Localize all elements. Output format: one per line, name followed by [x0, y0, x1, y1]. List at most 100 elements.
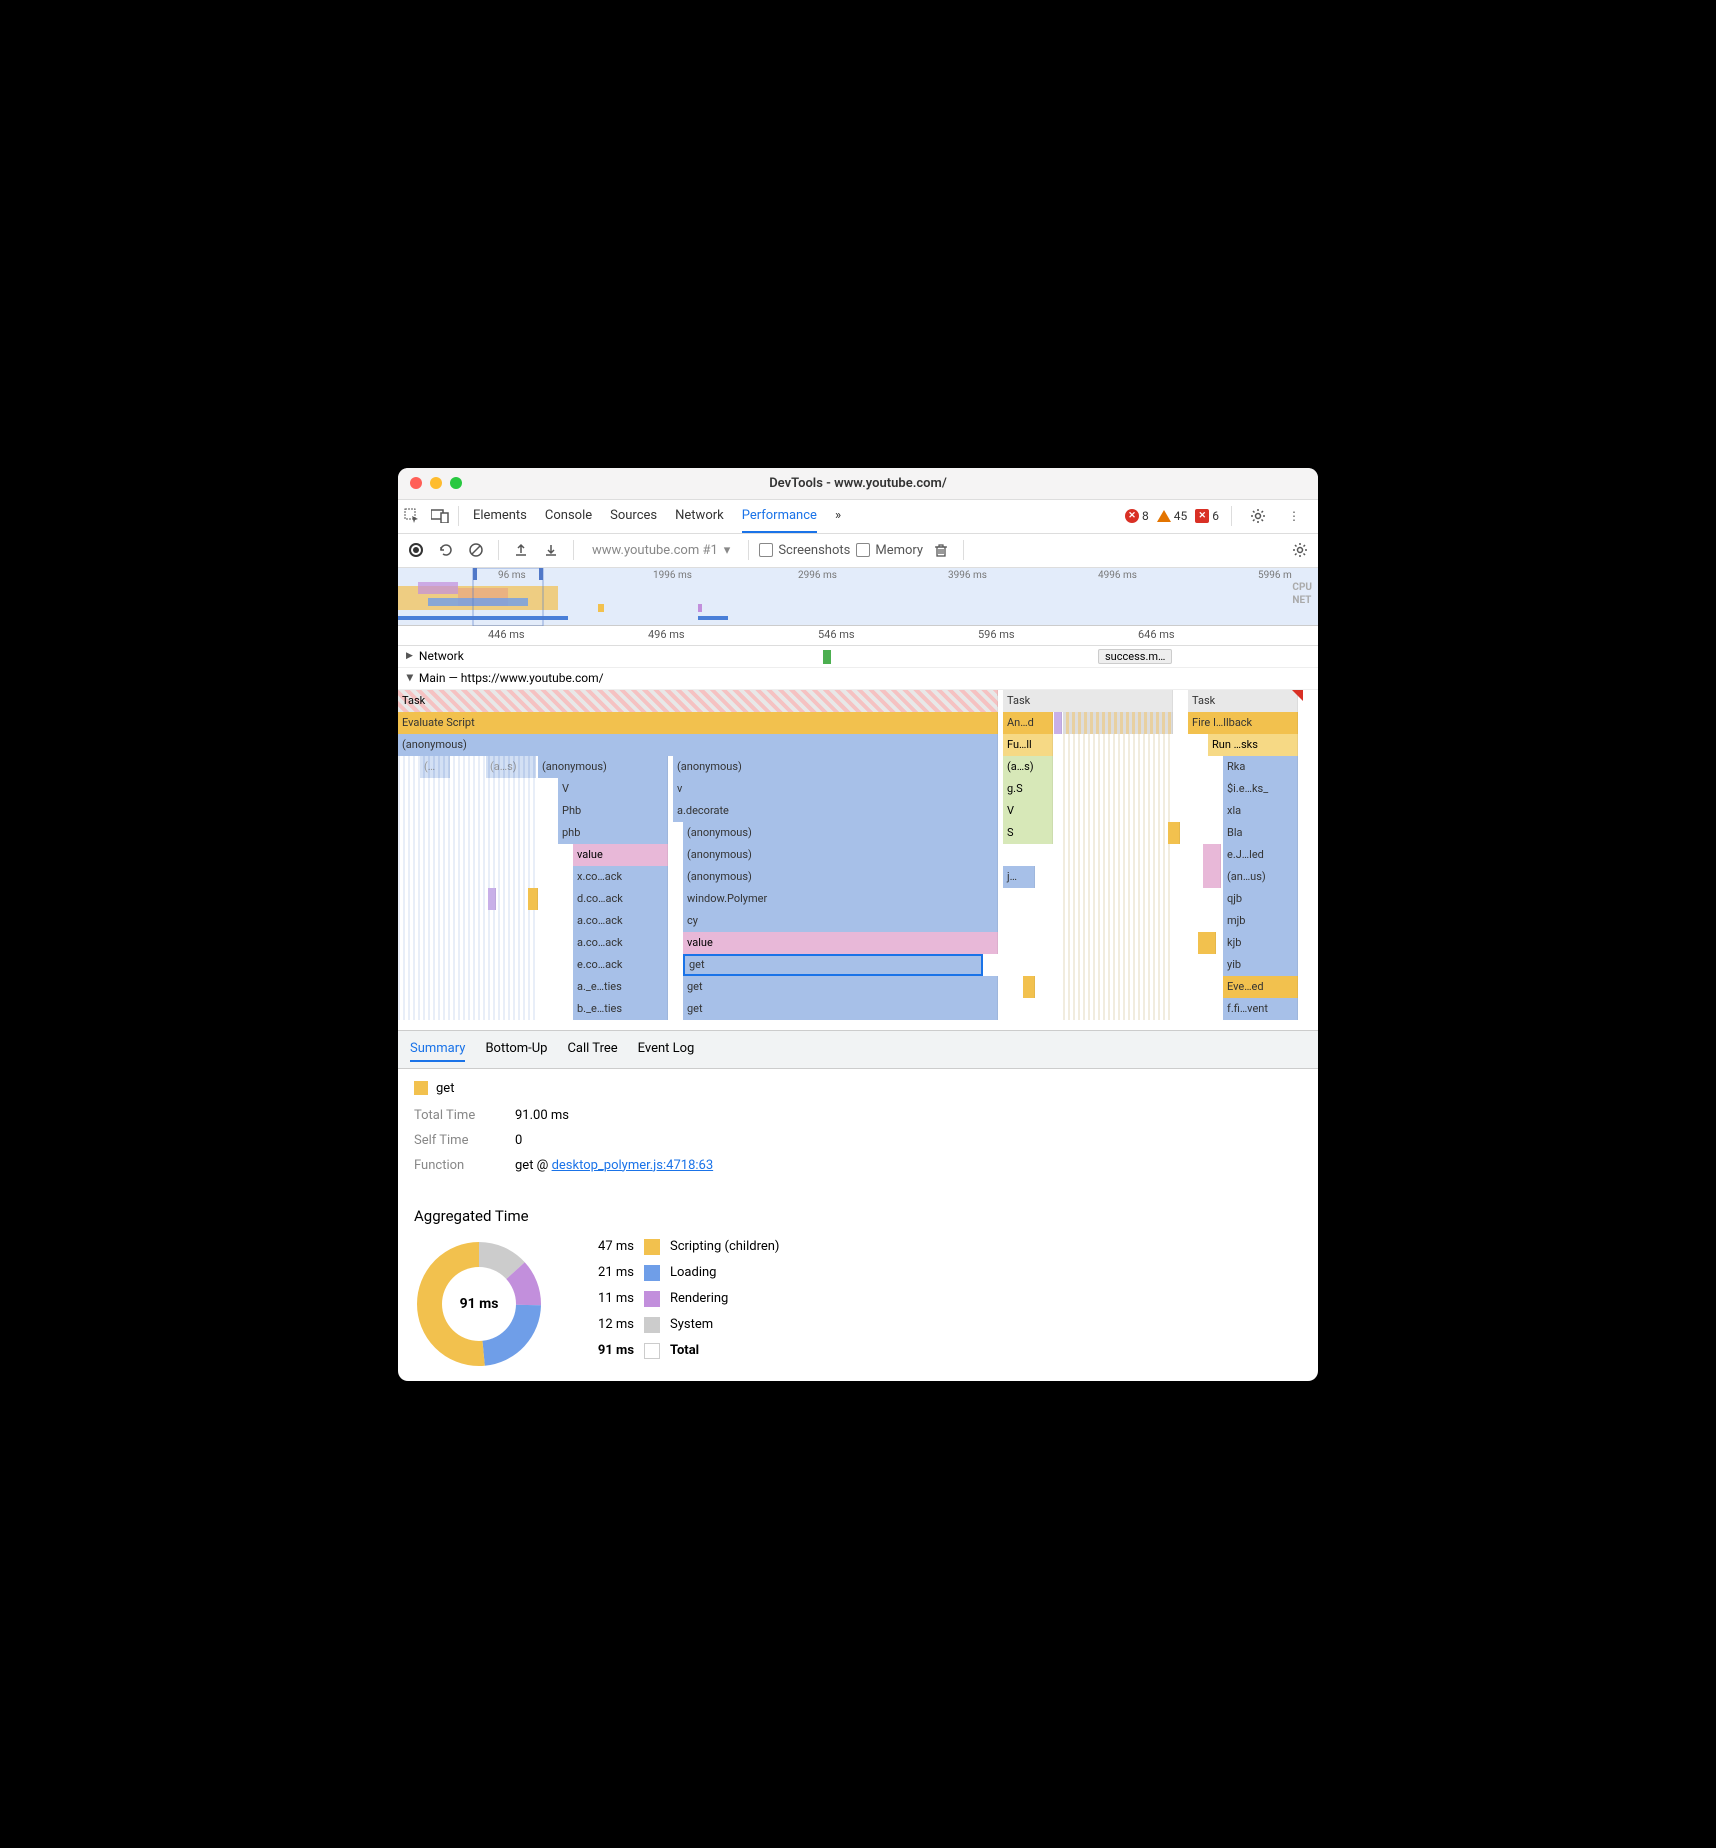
flame-fn[interactable] [1203, 844, 1221, 866]
flame-anonymous[interactable]: (anonymous) [398, 734, 998, 756]
flame-fn[interactable]: b._e…ties [573, 998, 668, 1020]
tab-network[interactable]: Network [675, 500, 724, 533]
flame-fn[interactable]: (anonymous) [683, 822, 998, 844]
warnings-badge[interactable]: 45 [1157, 509, 1188, 523]
flame-fn[interactable]: V [1003, 800, 1053, 822]
inspect-icon[interactable] [398, 508, 426, 524]
timeline-overview[interactable]: 96 ms 1996 ms 2996 ms 3996 ms 4996 ms 59… [398, 568, 1318, 626]
flame-fn[interactable]: qjb [1223, 888, 1298, 910]
flame-fn[interactable]: a.co…ack [573, 910, 668, 932]
flame-fn[interactable]: window.Polymer [683, 888, 998, 910]
flame-fn-selected[interactable]: get [683, 954, 983, 976]
flame-fn[interactable]: $i.e…ks_ [1223, 778, 1298, 800]
screenshots-checkbox[interactable]: Screenshots [759, 543, 850, 558]
device-toggle-icon[interactable] [426, 509, 454, 523]
flame-chart[interactable]: Task Evaluate Script (anonymous) (… (a…s… [398, 690, 1318, 1030]
flame-fn[interactable]: Phb [558, 800, 668, 822]
collapse-icon[interactable]: ▶ [404, 675, 414, 682]
flame-fn[interactable]: f.fi…vent [1223, 998, 1298, 1020]
perf-settings-icon[interactable] [1288, 538, 1312, 562]
memory-checkbox[interactable]: Memory [856, 543, 923, 558]
flame-fn[interactable] [1054, 712, 1062, 734]
flame-fn[interactable]: Bla [1223, 822, 1298, 844]
content-errors-badge[interactable]: ✕ 6 [1195, 509, 1219, 523]
settings-icon[interactable] [1244, 508, 1272, 524]
flame-fn[interactable]: kjb [1223, 932, 1298, 954]
flame-fn[interactable] [1203, 866, 1221, 888]
flame-fn[interactable]: g.S [1003, 778, 1053, 800]
flame-fn[interactable]: (anonymous) [683, 866, 998, 888]
flame-fn[interactable]: a.co…ack [573, 932, 668, 954]
flame-fn[interactable]: yib [1223, 954, 1298, 976]
flame-fn[interactable]: v [673, 778, 998, 800]
flame-fn[interactable]: value [573, 844, 668, 866]
flame-fn[interactable]: e.J…led [1223, 844, 1298, 866]
kebab-menu-icon[interactable]: ⋮ [1280, 509, 1308, 523]
flame-fn[interactable]: d.co…ack [573, 888, 668, 910]
close-button[interactable] [410, 477, 422, 489]
flame-fn[interactable] [1063, 712, 1173, 734]
more-tabs-chevron[interactable]: » [835, 500, 841, 533]
dtab-event-log[interactable]: Event Log [638, 1037, 695, 1062]
flame-fn[interactable]: get [683, 998, 998, 1020]
flame-fn[interactable]: mjb [1223, 910, 1298, 932]
clear-button[interactable] [464, 538, 488, 562]
flame-fn[interactable]: x.co…ack [573, 866, 668, 888]
download-button[interactable] [539, 538, 563, 562]
errors-badge[interactable]: ✕ 8 [1125, 509, 1149, 523]
time-ruler[interactable]: 446 ms 496 ms 546 ms 596 ms 646 ms [398, 626, 1318, 646]
record-button[interactable] [404, 538, 428, 562]
upload-button[interactable] [509, 538, 533, 562]
flame-fn[interactable]: e.co…ack [573, 954, 668, 976]
gc-button[interactable] [929, 538, 953, 562]
flame-fn[interactable]: value [683, 932, 998, 954]
maximize-button[interactable] [450, 477, 462, 489]
profile-selector[interactable]: www.youtube.com #1 ▾ [584, 543, 738, 558]
tab-elements[interactable]: Elements [473, 500, 527, 533]
flame-task[interactable]: Task [398, 690, 998, 712]
flame-fn[interactable]: a._e…ties [573, 976, 668, 998]
flame-fn[interactable] [488, 888, 496, 910]
network-request-marker[interactable] [823, 650, 831, 664]
network-track[interactable]: ▶ Network success.m… [398, 646, 1318, 668]
flame-fn[interactable]: xla [1223, 800, 1298, 822]
flame-fn[interactable]: (anonymous) [673, 756, 998, 778]
legend-row: 12 msSystem [584, 1317, 779, 1333]
flame-fn[interactable] [1198, 932, 1216, 954]
flame-fn[interactable]: V [558, 778, 668, 800]
tab-console[interactable]: Console [545, 500, 592, 533]
flame-fn[interactable] [1168, 822, 1180, 844]
source-link[interactable]: desktop_polymer.js:4718:63 [552, 1158, 714, 1173]
flame-fn[interactable]: get [683, 976, 998, 998]
flame-fn[interactable]: Rka [1223, 756, 1298, 778]
flame-fn[interactable]: Eve…ed [1223, 976, 1298, 998]
reload-button[interactable] [434, 538, 458, 562]
flame-fn[interactable]: (anonymous) [683, 844, 998, 866]
flame-fn[interactable] [528, 888, 538, 910]
flame-fn[interactable]: Fu…ll [1003, 734, 1053, 756]
flame-task[interactable]: Task [1188, 690, 1298, 712]
flame-fn[interactable]: Run …sks [1208, 734, 1298, 756]
tab-performance[interactable]: Performance [742, 500, 817, 533]
flame-evaluate-script[interactable]: Evaluate Script [398, 712, 998, 734]
flame-fn[interactable]: (a…s) [1003, 756, 1053, 778]
flame-fn[interactable]: S [1003, 822, 1053, 844]
flame-fn[interactable] [1023, 976, 1035, 998]
network-request-pill[interactable]: success.m… [1098, 649, 1172, 664]
dtab-bottom-up[interactable]: Bottom-Up [485, 1037, 547, 1062]
dtab-call-tree[interactable]: Call Tree [567, 1037, 617, 1062]
minimize-button[interactable] [430, 477, 442, 489]
flame-fn[interactable]: (an…us) [1223, 866, 1298, 888]
tab-sources[interactable]: Sources [610, 500, 657, 533]
flame-fn[interactable]: j… [1003, 866, 1035, 888]
flame-fn[interactable]: (anonymous) [538, 756, 668, 778]
flame-fn[interactable]: phb [558, 822, 668, 844]
flame-fn[interactable]: Fire I…llback [1188, 712, 1298, 734]
flame-task[interactable]: Task [1003, 690, 1173, 712]
expand-icon[interactable]: ▶ [406, 651, 413, 661]
flame-fn[interactable]: a.decorate [673, 800, 998, 822]
flame-fn[interactable]: An…d [1003, 712, 1053, 734]
flame-fn[interactable]: cy [683, 910, 998, 932]
main-thread-label[interactable]: ▶ Main — https://www.youtube.com/ [398, 668, 1318, 690]
dtab-summary[interactable]: Summary [410, 1037, 465, 1062]
